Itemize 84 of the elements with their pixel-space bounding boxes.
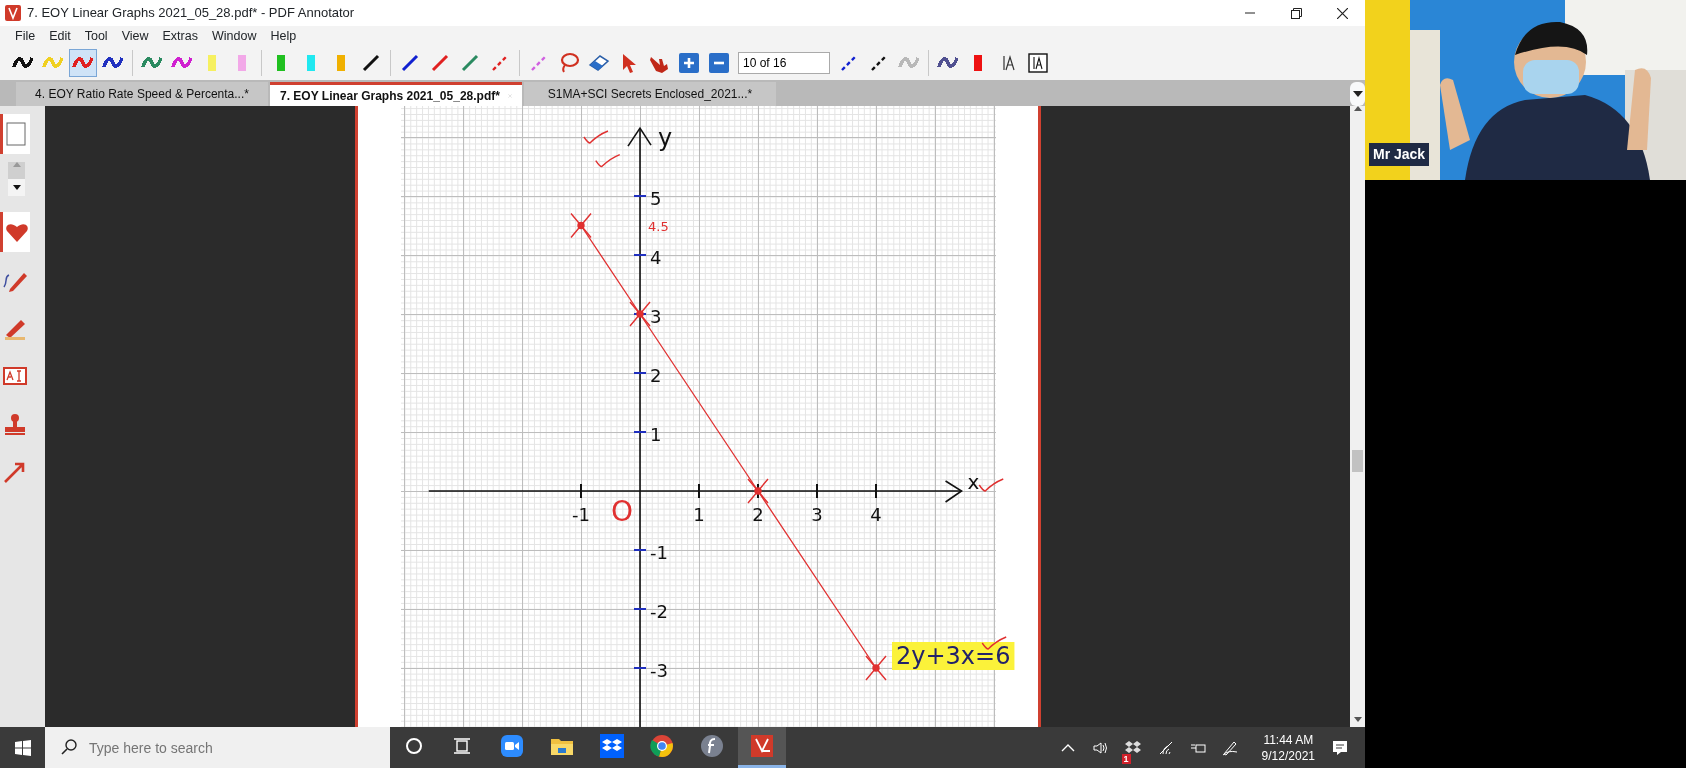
app-logo-icon [5, 5, 21, 21]
y-tick-label: -2 [649, 601, 668, 622]
scrollbar-thumb[interactable] [1352, 450, 1363, 472]
minimize-icon [1245, 12, 1255, 14]
window-title: 7. EOY Linear Graphs 2021_05_28.pdf* - PDF Annotator [27, 4, 355, 23]
pen-icon [1221, 740, 1238, 757]
task-view-icon [453, 737, 471, 755]
plotted-point [864, 655, 887, 681]
plotted-point [746, 478, 769, 504]
participant-name: Mr Jack [1369, 143, 1430, 166]
x-tick-label: 1 [692, 504, 705, 525]
tick-mark [632, 431, 647, 433]
message-icon [1331, 739, 1349, 758]
restore-icon [1290, 7, 1302, 19]
menu-item[interactable]: Extras [155, 26, 205, 46]
y-tick-label: 4 [649, 247, 661, 268]
tick-mark [632, 372, 647, 374]
document-tab[interactable]: 4. EOY Ratio Rate Speed & Percenta...* [16, 82, 268, 106]
annotation-label: 4.5 [647, 218, 669, 234]
lightning-icon [700, 734, 724, 758]
tick-mark [697, 483, 700, 499]
y-tick-label: -3 [649, 660, 668, 681]
x-tick-label: 2 [751, 504, 764, 525]
circle-icon [405, 737, 423, 755]
menu-item[interactable]: Window [204, 26, 264, 46]
y-tick-label: 2 [649, 365, 661, 386]
caret-down-icon [12, 185, 21, 190]
tick-mark [632, 549, 647, 551]
y-tick-label: -1 [649, 542, 668, 563]
scroll-down-button[interactable] [8, 179, 25, 196]
browser-icon [650, 734, 674, 758]
x-tick-label: 4 [869, 504, 882, 525]
caret-up-icon [12, 162, 21, 167]
wifi-icon [1157, 740, 1174, 757]
caret-down-icon [1353, 717, 1362, 722]
plotted-point [628, 301, 651, 327]
tick-mark [632, 195, 647, 197]
x-tick-label: -1 [571, 504, 590, 525]
menu-item[interactable]: Edit [42, 26, 78, 46]
y-tick-label: 5 [649, 188, 661, 209]
tick-mark [632, 667, 647, 669]
search-field[interactable]: Type here to search [45, 727, 390, 768]
menu-item[interactable]: File [8, 26, 43, 46]
tick-mark [815, 483, 818, 499]
document-tab[interactable]: 7. EOY Linear Graphs 2021_05_28.pdf* [270, 82, 522, 106]
sidebar-tool[interactable] [0, 114, 30, 154]
notification-badge: 1 [1121, 753, 1131, 764]
tick-mark [632, 608, 647, 610]
clock-date[interactable]: 9/12/2021 [1261, 747, 1315, 764]
tick-mark [579, 483, 582, 499]
annotator-icon [750, 734, 774, 758]
page-number-field[interactable]: 10 of 16 [738, 52, 830, 74]
windows-icon [14, 739, 31, 756]
speaker-icon [1091, 740, 1108, 757]
check-mark [582, 130, 609, 144]
equation-label: 2y+3x=6 [891, 642, 1014, 670]
y-tick-label: 3 [649, 306, 661, 327]
sidebar-tool[interactable] [0, 212, 30, 252]
taskbar-app[interactable] [738, 727, 786, 768]
video-camera-icon [500, 734, 524, 758]
tab-list-button[interactable] [1350, 82, 1365, 106]
dropbox-icon [600, 734, 624, 758]
menu-item[interactable]: Tool [77, 26, 115, 46]
menu-item[interactable]: Help [263, 26, 304, 46]
search-icon [61, 739, 77, 755]
tick-mark [632, 254, 647, 256]
clock-time[interactable]: 11:44 AM [1261, 731, 1315, 748]
x-axis-label: x [966, 470, 979, 494]
stamp-icon [2, 411, 28, 437]
menu-item[interactable]: View [114, 26, 156, 46]
origin-label: O [610, 495, 633, 528]
plotted-point [569, 212, 592, 239]
document-tab[interactable]: S1MA+SCI Secrets Enclosed_2021...* [524, 82, 776, 106]
close-icon [1336, 7, 1348, 19]
y-tick-label: 1 [649, 424, 661, 445]
tick-mark [874, 483, 877, 499]
caret-icon [1352, 91, 1363, 97]
x-tick-label: 3 [810, 504, 823, 525]
zoom-in-icon [677, 51, 701, 75]
y-axis-label: y [657, 123, 672, 152]
zoom-out-icon [707, 51, 731, 75]
text-box-icon [1026, 51, 1050, 75]
check-mark [594, 153, 620, 168]
check-mark [978, 478, 1004, 492]
